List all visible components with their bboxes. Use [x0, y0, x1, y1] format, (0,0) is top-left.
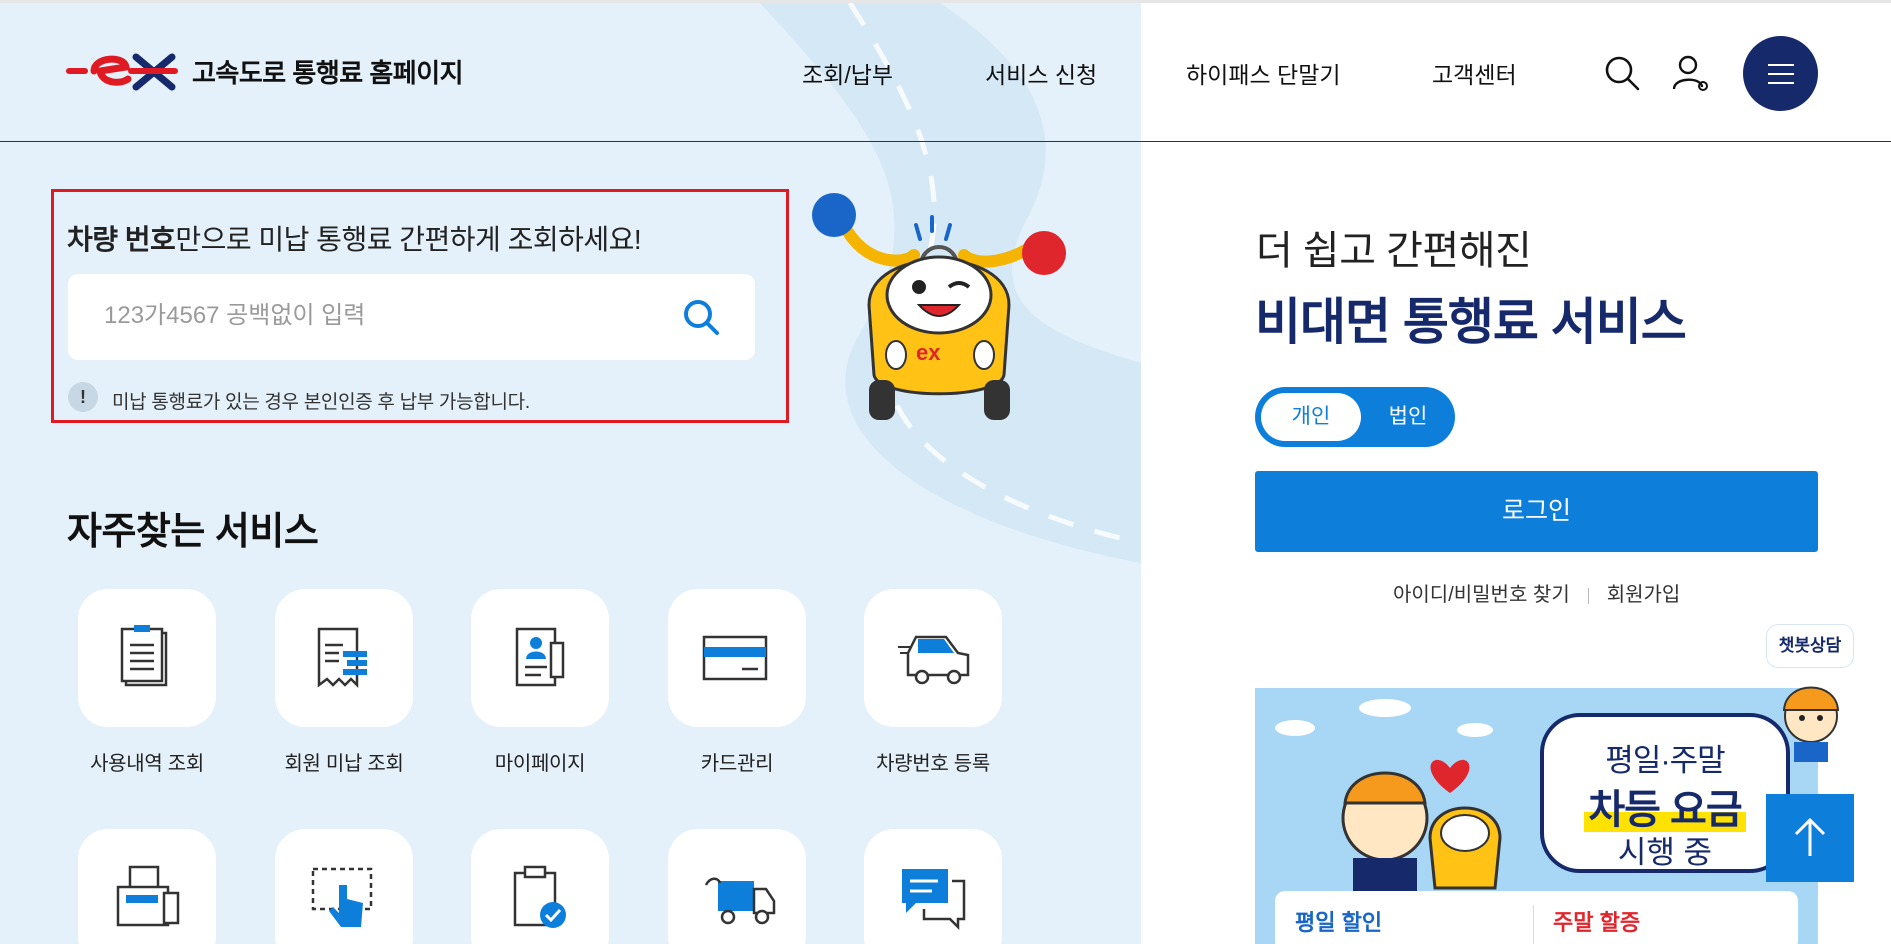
touch-screen-icon [311, 867, 373, 927]
left-panel-background [0, 3, 1141, 944]
menu-icon-bar [1768, 82, 1794, 84]
site-title: 고속도로 통행료 홈페이지 [192, 57, 464, 88]
receipt-icon [317, 627, 367, 689]
banner-highlight: 차등 요금 [1584, 788, 1746, 832]
service-fax[interactable] [77, 829, 217, 944]
service-tile [275, 829, 413, 944]
document-list-icon [120, 625, 168, 687]
service-tile [864, 829, 1002, 944]
chat-icon [902, 869, 966, 931]
mascot-illustration-icon: ex [812, 193, 1066, 420]
service-clipboard[interactable] [470, 829, 610, 944]
notice-text: 미납 통행료가 있는 경우 본인인증 후 납부 가능합니다. [112, 392, 530, 413]
credit-card-icon [702, 635, 768, 681]
service-vehicle-registration[interactable]: 차량번호 등록 [863, 589, 1003, 776]
signup-link[interactable]: 회원가입 [1607, 584, 1681, 606]
service-truck[interactable] [667, 829, 807, 944]
search-icon[interactable] [1602, 53, 1642, 93]
service-tile [668, 589, 806, 727]
search-submit-icon[interactable] [680, 296, 722, 338]
card-divider [1533, 905, 1534, 944]
service-member-unpaid[interactable]: 회원 미납 조회 [274, 589, 414, 776]
menu-icon-bar [1768, 73, 1794, 75]
nav-hipass-device[interactable]: 하이패스 단말기 [1186, 56, 1341, 90]
service-my-page[interactable]: 마이페이지 [470, 589, 610, 776]
truck-icon [704, 877, 776, 925]
user-icon[interactable] [1670, 53, 1710, 93]
menu-icon [1768, 64, 1794, 66]
service-tile [78, 829, 216, 944]
notice-icon: ! [68, 382, 98, 412]
vehicle-number-input[interactable] [104, 296, 664, 336]
service-label: 회원 미납 조회 [284, 753, 404, 775]
toggle-corporate[interactable]: 법인 [1367, 393, 1449, 441]
clipboard-check-icon [513, 865, 566, 928]
login-button[interactable]: 로그인 [1255, 471, 1818, 552]
service-tile [471, 589, 609, 727]
service-tile [471, 829, 609, 944]
nav-service-application[interactable]: 서비스 신청 [985, 56, 1097, 90]
account-links: 아이디/비밀번호 찾기 회원가입 [1393, 578, 1680, 607]
arrow-up-icon [1794, 817, 1826, 856]
banner-line3: 시행 중 [1617, 835, 1713, 870]
menu-button[interactable] [1743, 36, 1818, 111]
site-logo[interactable]: 고속도로 통행료 홈페이지 [66, 49, 464, 93]
ex-logo-icon [66, 53, 178, 91]
login-title: 비대면 통행료 서비스 [1255, 294, 1687, 350]
promo-banner[interactable]: 평일·주말 차등 요금 시행 중 평일 할인 주말 할증 [1255, 688, 1818, 944]
member-type-toggle: 개인 법인 [1255, 387, 1455, 447]
banner-bubble: 평일·주말 차등 요금 시행 중 [1540, 713, 1790, 873]
login-subtitle: 더 쉽고 간편해진 [1256, 229, 1532, 273]
weekend-surcharge-label: 주말 할증 [1553, 910, 1641, 935]
scroll-top-button[interactable] [1766, 794, 1854, 882]
svg-text:ex: ex [916, 340, 941, 365]
service-tile [78, 589, 216, 727]
search-title-bold: 차량 번호 [67, 224, 176, 255]
service-tile [864, 589, 1002, 727]
frequent-services-title: 자주찾는 서비스 [67, 511, 319, 553]
service-touch[interactable] [274, 829, 414, 944]
service-label: 카드관리 [700, 753, 774, 775]
service-usage-history[interactable]: 사용내역 조회 [77, 589, 217, 776]
service-tile [668, 829, 806, 944]
toggle-personal[interactable]: 개인 [1261, 393, 1361, 441]
profile-card-icon [515, 627, 565, 687]
chatbot-button[interactable]: 챗봇상담 [1766, 624, 1856, 774]
service-label: 사용내역 조회 [90, 753, 204, 775]
nav-customer-center[interactable]: 고객센터 [1432, 56, 1517, 90]
site-header: 고속도로 통행료 홈페이지 조회/납부 서비스 신청 하이패스 단말기 고객센터 [0, 3, 1891, 142]
weekday-discount-label: 평일 할인 [1295, 910, 1383, 935]
find-id-password-link[interactable]: 아이디/비밀번호 찾기 [1393, 584, 1570, 606]
service-card-management[interactable]: 카드관리 [667, 589, 807, 776]
link-divider [1587, 587, 1589, 604]
chatbot-label: 챗봇상담 [1766, 624, 1854, 668]
search-title-rest: 만으로 미납 통행료 간편하게 조회하세요! [175, 224, 642, 255]
search-title: 차량 번호만으로 미납 통행료 간편하게 조회하세요! [67, 218, 642, 258]
service-chat[interactable] [863, 829, 1003, 944]
search-field [68, 274, 755, 360]
service-label: 마이페이지 [494, 753, 586, 775]
fax-icon [116, 865, 180, 927]
nav-inquiry-payment[interactable]: 조회/납부 [802, 56, 893, 90]
banner-line1: 평일·주말 [1605, 743, 1725, 778]
vehicle-icon [898, 635, 970, 685]
service-label: 차량번호 등록 [876, 753, 990, 775]
chatbot-mascot-icon [1782, 686, 1840, 762]
banner-info-card: 평일 할인 주말 할증 [1275, 891, 1798, 944]
service-tile [275, 589, 413, 727]
